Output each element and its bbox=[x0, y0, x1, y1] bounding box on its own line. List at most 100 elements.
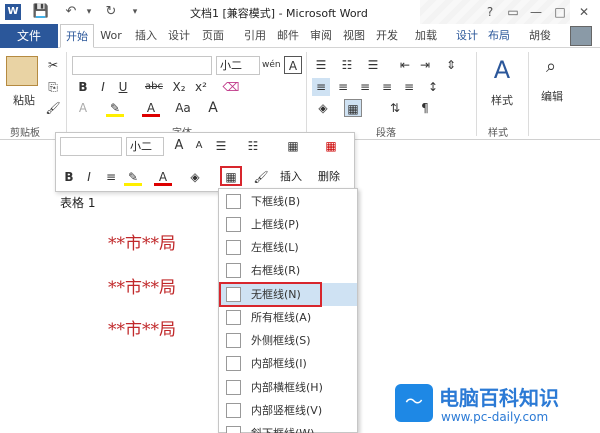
styles-button[interactable]: 样式 bbox=[482, 92, 522, 108]
tab-wor[interactable]: Wor bbox=[95, 24, 127, 48]
mini-shrink-icon[interactable]: A bbox=[190, 137, 208, 155]
tab-table-layout[interactable]: 布局 bbox=[484, 24, 514, 48]
italic-button[interactable]: I bbox=[94, 78, 112, 96]
mini-format-painter-icon[interactable]: 🖌 bbox=[252, 168, 270, 186]
line-spacing-icon[interactable]: ↕ bbox=[424, 78, 442, 96]
edit-button[interactable]: 编辑 bbox=[532, 88, 572, 104]
qa-customize-icon[interactable]: ▾ bbox=[126, 4, 144, 20]
tab-table-design[interactable]: 设计 bbox=[452, 24, 482, 48]
tab-mailings[interactable]: 邮件 bbox=[273, 24, 303, 48]
show-marks-icon[interactable]: ¶ bbox=[416, 99, 434, 117]
mini-grow-icon[interactable]: A bbox=[170, 137, 188, 155]
grow-font-icon[interactable]: A bbox=[204, 99, 222, 117]
mini-font-name[interactable] bbox=[60, 137, 122, 156]
cut-icon[interactable]: ✂ bbox=[44, 56, 62, 74]
mini-insert-button[interactable]: 插入 bbox=[280, 168, 302, 184]
multilevel-icon[interactable]: ☰ bbox=[364, 56, 382, 74]
superscript-button[interactable]: x² bbox=[192, 78, 210, 96]
mini-bold-button[interactable]: B bbox=[60, 168, 78, 186]
watermark-logo-icon: 〜 bbox=[395, 384, 433, 422]
menu-item-diagonal-down[interactable]: 斜下框线(W) bbox=[219, 422, 357, 433]
menu-item-inside-horizontal[interactable]: 内部横框线(H) bbox=[219, 376, 357, 399]
clear-format-icon[interactable]: ⌫ bbox=[222, 78, 240, 96]
menu-item-bottom-border[interactable]: 下框线(B) bbox=[219, 190, 357, 213]
tab-developer[interactable]: 开发 bbox=[372, 24, 402, 48]
menu-item-inside-borders[interactable]: 内部框线(I) bbox=[219, 352, 357, 375]
increase-indent-icon[interactable]: ⇥ bbox=[416, 56, 434, 74]
wen-icon[interactable]: wén bbox=[262, 56, 281, 74]
tab-file[interactable]: 文件 bbox=[0, 24, 58, 48]
borders-icon[interactable]: ▦ bbox=[344, 99, 362, 117]
align-left-icon[interactable]: ≡ bbox=[312, 78, 330, 96]
mini-insert-icon[interactable]: ▦ bbox=[282, 137, 304, 155]
strikethrough-button[interactable]: abc bbox=[142, 78, 166, 96]
minimize-button[interactable]: — bbox=[526, 3, 546, 21]
undo-icon[interactable]: ↶ bbox=[62, 4, 80, 20]
mini-italic-button[interactable]: I bbox=[80, 168, 98, 186]
tab-home[interactable]: 开始 bbox=[60, 24, 94, 48]
chinese-layout-icon[interactable]: ⇕ bbox=[442, 56, 460, 74]
shading-icon[interactable]: ◈ bbox=[314, 99, 332, 117]
menu-item-top-border[interactable]: 上框线(P) bbox=[219, 213, 357, 236]
align-center-icon[interactable]: ≡ bbox=[334, 78, 352, 96]
menu-item-outside-borders[interactable]: 外侧框线(S) bbox=[219, 329, 357, 352]
group-clipboard-label: 剪贴板 bbox=[10, 128, 40, 139]
tab-layout[interactable]: 页面 bbox=[198, 24, 228, 48]
divider bbox=[66, 52, 67, 136]
tab-insert[interactable]: 插入 bbox=[131, 24, 161, 48]
font-size-combo[interactable]: 小二 bbox=[216, 56, 260, 75]
tab-addins[interactable]: 加载 bbox=[411, 24, 441, 48]
mini-borders-button[interactable]: ▦ bbox=[220, 166, 242, 186]
mini-font-color-icon[interactable]: A bbox=[154, 168, 172, 186]
help-button[interactable]: ? bbox=[480, 3, 500, 21]
justify-icon[interactable]: ≡ bbox=[378, 78, 396, 96]
text-effects-icon[interactable]: A bbox=[74, 99, 92, 117]
binoculars-icon[interactable]: ⌕ bbox=[538, 56, 564, 82]
bold-button[interactable]: B bbox=[74, 78, 92, 96]
mini-highlight-icon[interactable]: ✎ bbox=[124, 168, 142, 186]
mini-font-size[interactable]: 小二 bbox=[126, 137, 164, 156]
ribbon-display-button[interactable]: ▭ bbox=[503, 3, 523, 21]
close-button[interactable]: ✕ bbox=[574, 3, 594, 21]
numbering-icon[interactable]: ☷ bbox=[338, 56, 356, 74]
word-logo-icon: W bbox=[5, 4, 21, 20]
paste-button[interactable]: 粘贴 bbox=[6, 92, 42, 108]
mini-numbering-icon[interactable]: ☷ bbox=[244, 137, 262, 155]
mini-shading-icon[interactable]: ◈ bbox=[186, 168, 204, 186]
mini-bullets-icon[interactable]: ☰ bbox=[212, 137, 230, 155]
menu-item-inside-vertical[interactable]: 内部竖框线(V) bbox=[219, 399, 357, 422]
subscript-button[interactable]: X₂ bbox=[170, 78, 188, 96]
paste-icon[interactable] bbox=[6, 56, 38, 86]
mini-center-icon[interactable]: ≡ bbox=[102, 168, 120, 186]
format-painter-icon[interactable]: 🖌 bbox=[44, 99, 62, 117]
avatar[interactable] bbox=[570, 26, 592, 46]
copy-icon[interactable]: ⎘ bbox=[44, 78, 62, 96]
mini-delete-icon[interactable]: ▦ bbox=[320, 137, 342, 155]
tab-design[interactable]: 设计 bbox=[164, 24, 194, 48]
underline-button[interactable]: U bbox=[114, 78, 132, 96]
sort-icon[interactable]: ⇅ bbox=[386, 99, 404, 117]
menu-item-right-border[interactable]: 右框线(R) bbox=[219, 259, 357, 282]
border-outside-icon bbox=[226, 333, 241, 348]
save-icon[interactable]: 💾 bbox=[32, 4, 50, 20]
mini-delete-button[interactable]: 删除 bbox=[318, 168, 340, 184]
decrease-indent-icon[interactable]: ⇤ bbox=[396, 56, 414, 74]
font-name-combo[interactable] bbox=[72, 56, 212, 75]
bullets-icon[interactable]: ☰ bbox=[312, 56, 330, 74]
highlight-icon[interactable]: ✎ bbox=[106, 99, 124, 117]
tab-review[interactable]: 审阅 bbox=[306, 24, 336, 48]
char-border-icon[interactable]: A bbox=[284, 56, 302, 74]
align-right-icon[interactable]: ≡ bbox=[356, 78, 374, 96]
distributed-icon[interactable]: ≡ bbox=[400, 78, 418, 96]
font-color-icon[interactable]: A bbox=[142, 99, 160, 117]
menu-item-left-border[interactable]: 左框线(L) bbox=[219, 236, 357, 259]
change-case-icon[interactable]: Aa bbox=[172, 99, 194, 117]
undo-dropdown-icon[interactable]: ▾ bbox=[80, 4, 98, 20]
tab-references[interactable]: 引用 bbox=[240, 24, 270, 48]
menu-item-all-borders[interactable]: 所有框线(A) bbox=[219, 306, 357, 329]
tab-view[interactable]: 视图 bbox=[339, 24, 369, 48]
redo-icon[interactable]: ↻ bbox=[102, 4, 120, 20]
maximize-button[interactable]: □ bbox=[550, 3, 570, 21]
user-name[interactable]: 胡俊 bbox=[526, 24, 554, 48]
styles-icon[interactable]: A bbox=[487, 56, 517, 86]
